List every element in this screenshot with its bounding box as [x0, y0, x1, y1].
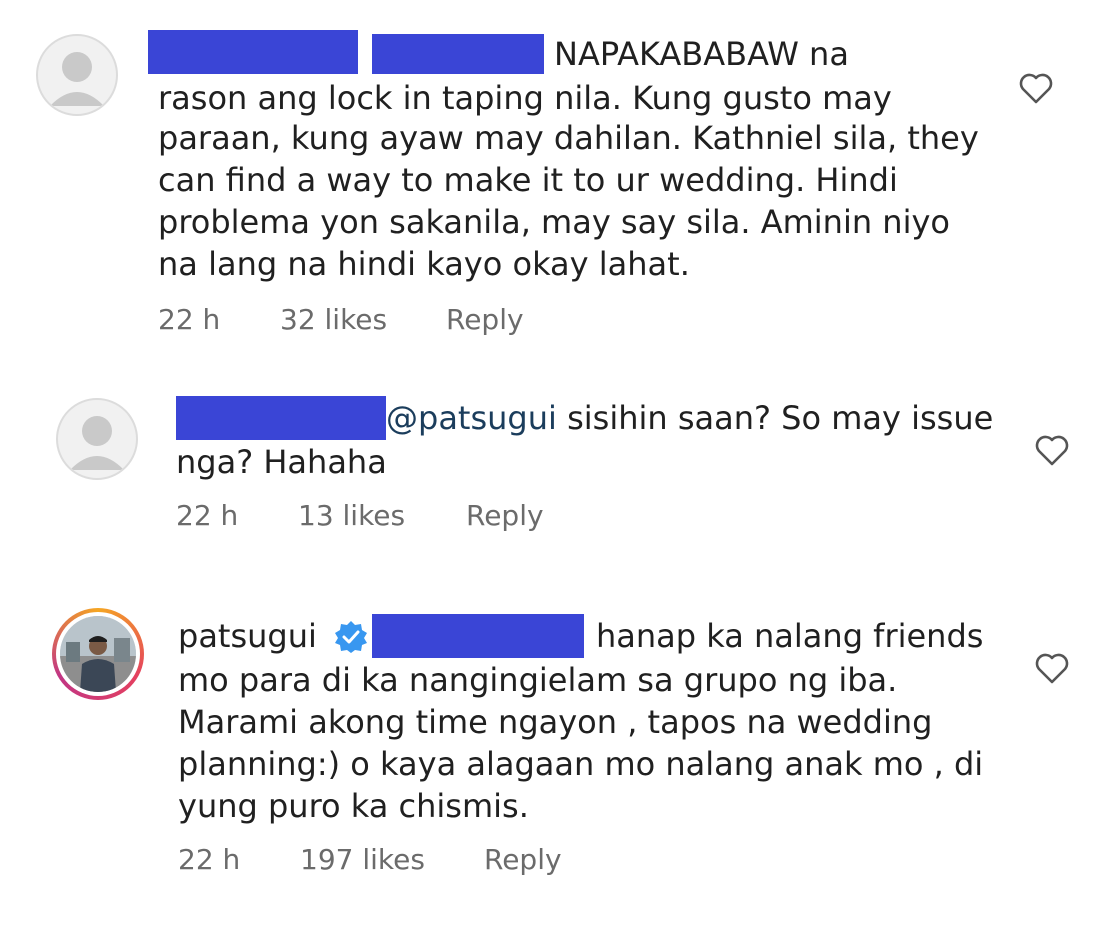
redacted-mention — [372, 614, 584, 658]
comment-text-line: can find a way to make it to ur wedding.… — [158, 161, 898, 199]
mention-link[interactable]: @patsugui — [386, 399, 557, 437]
default-avatar-icon[interactable] — [36, 34, 118, 116]
comment-text-line: planning:) o kaya alagaan mo nalang anak… — [178, 745, 984, 783]
comment-text-line: yung puro ka chismis. — [178, 787, 529, 825]
comment-text-line: mo para di ka nangingielam sa grupo ng i… — [178, 661, 898, 699]
comment-text-line: Marami akong time ngayon , tapos na wedd… — [178, 703, 933, 741]
comment-text-line: problema yon sakanila, may say sila. Ami… — [158, 203, 950, 241]
reply-button[interactable]: Reply — [484, 842, 562, 878]
comment-text-line: hanap ka nalang friends — [596, 617, 984, 655]
comment-text-line: nga? Hahaha — [176, 443, 387, 481]
likes-count[interactable]: 197 likes — [300, 842, 425, 878]
reply-button[interactable]: Reply — [446, 302, 524, 338]
heart-icon[interactable] — [1032, 430, 1072, 470]
heart-icon[interactable] — [1016, 68, 1056, 108]
comment-username[interactable]: patsugui — [178, 614, 317, 658]
redacted-username — [148, 30, 358, 74]
comment-timestamp: 22 h — [176, 499, 239, 532]
likes-count[interactable]: 32 likes — [280, 302, 387, 338]
redacted-username — [176, 396, 386, 440]
default-avatar-icon[interactable] — [56, 398, 138, 480]
likes-count[interactable]: 13 likes — [298, 498, 405, 534]
verified-badge-icon — [335, 621, 367, 653]
heart-icon[interactable] — [1032, 648, 1072, 688]
comment-text-line: paraan, kung ayaw may dahilan. Kathniel … — [158, 119, 979, 157]
comment-text-line: na lang na hindi kayo okay lahat. — [158, 245, 690, 283]
comment-text-line: @patsugui sisihin saan? So may issue — [386, 396, 993, 440]
comment-text-line: NAPAKABABAW na — [554, 35, 849, 73]
comment-timestamp: 22 h — [178, 843, 241, 876]
reply-button[interactable]: Reply — [466, 498, 544, 534]
avatar[interactable] — [52, 608, 144, 700]
comment-text-line: rason ang lock in taping nila. Kung gust… — [158, 79, 892, 117]
comment-text-inline: sisihin saan? So may issue — [556, 399, 994, 437]
comment-timestamp: 22 h — [158, 303, 221, 336]
redacted-mention — [372, 34, 544, 74]
profile-photo — [60, 616, 136, 692]
